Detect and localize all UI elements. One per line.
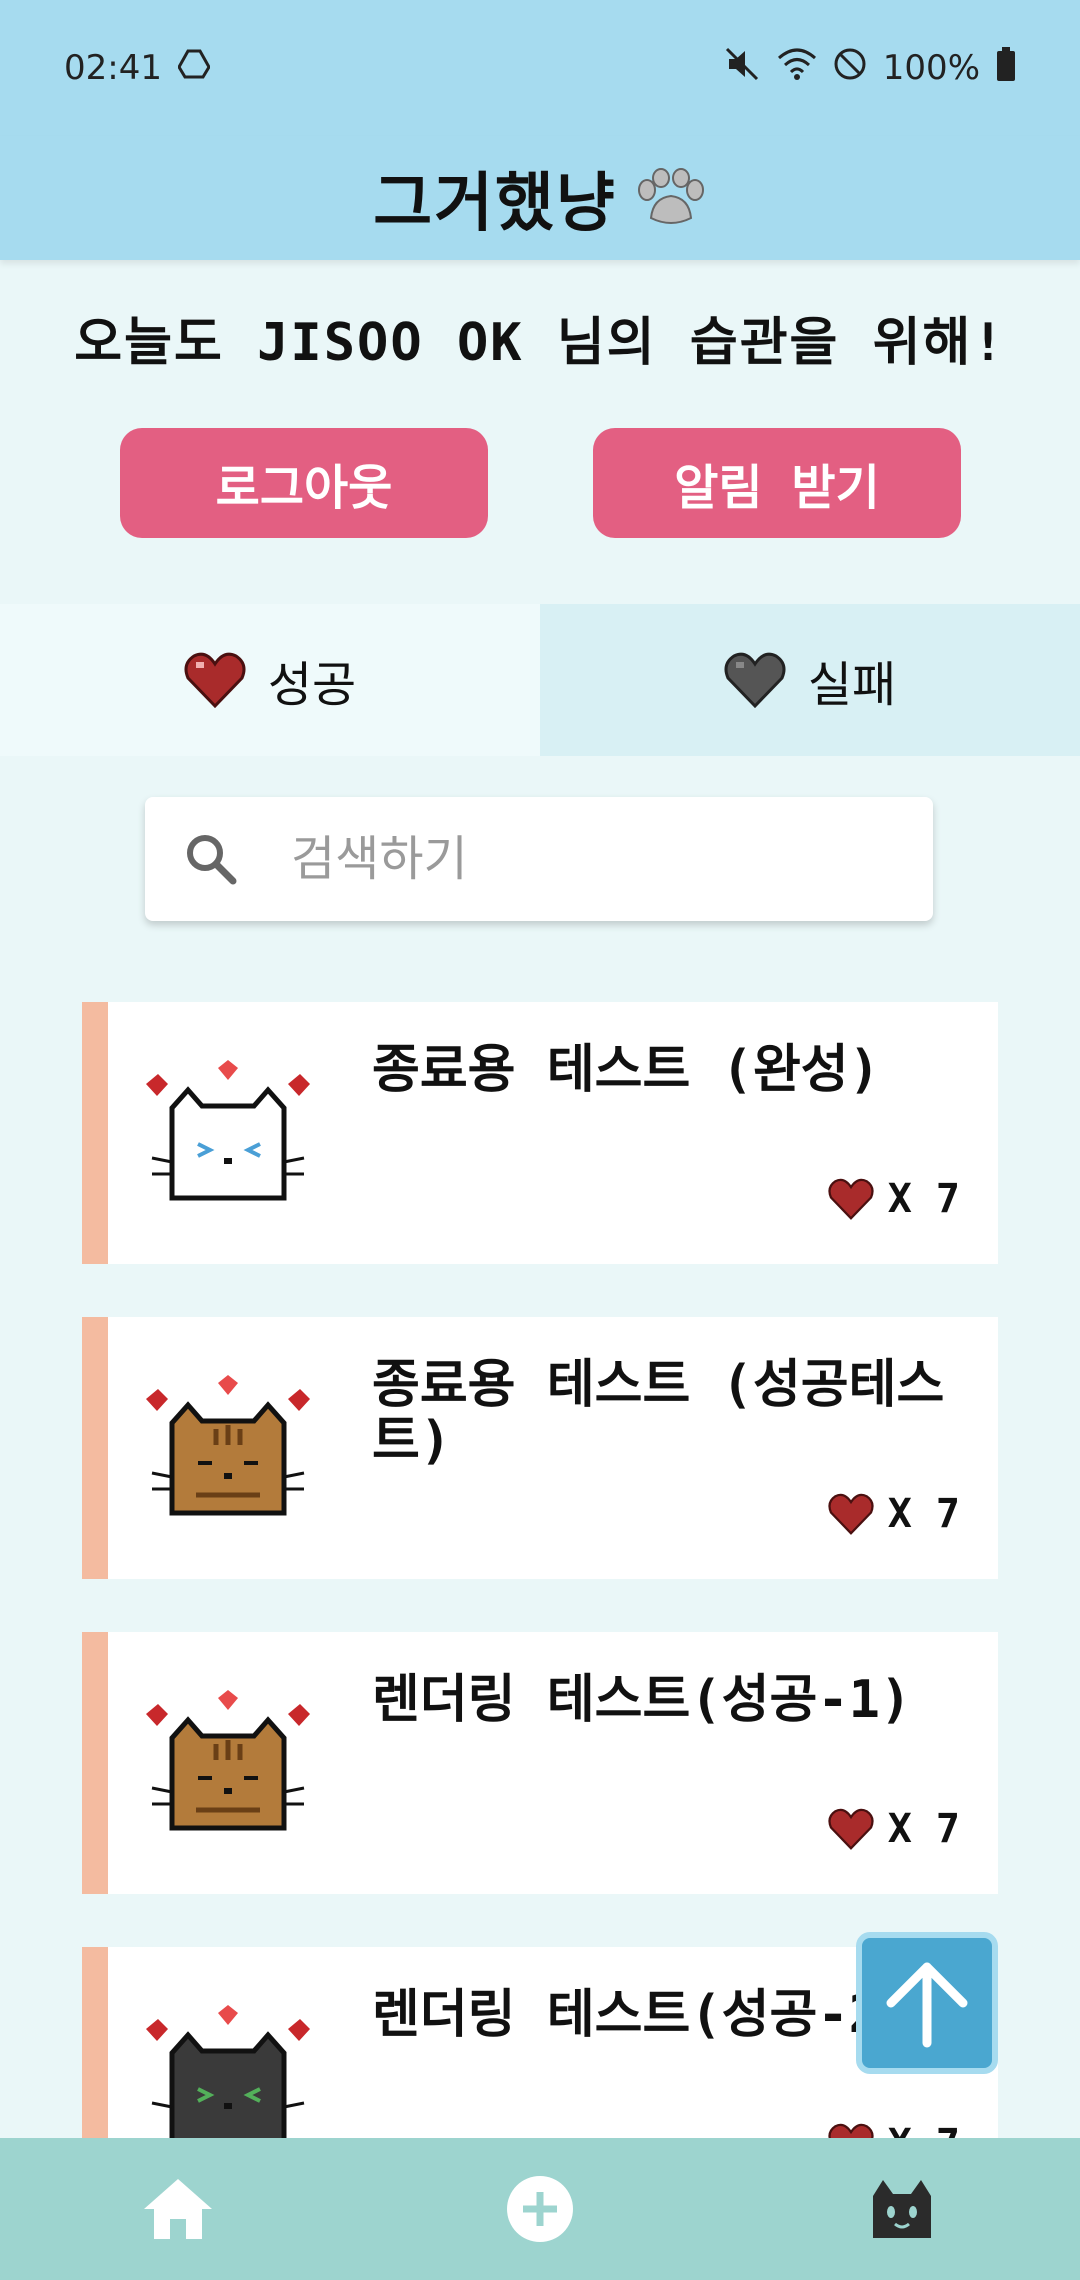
app-bar: 그거했냥	[0, 136, 1080, 260]
search-input[interactable]	[289, 830, 893, 888]
greeting-text: 오늘도 JISOO OK 님의 습관을 위해!	[74, 313, 1006, 373]
logout-button[interactable]: 로그아웃	[120, 428, 488, 538]
search-icon	[187, 835, 237, 885]
tabby-cat-icon	[146, 1690, 310, 1831]
tab-success[interactable]: 성공	[0, 604, 540, 756]
dnd-icon	[833, 47, 867, 90]
status-bar: 02:41 100%	[0, 0, 1080, 136]
white-cat-icon	[146, 1060, 310, 1201]
habit-title: 렌더링 테스트(성공-1)	[372, 1670, 912, 1730]
paw-icon	[637, 168, 704, 224]
bottom-nav	[0, 2138, 1080, 2280]
red-heart-icon	[828, 1493, 874, 1535]
black-cat-icon	[146, 2005, 310, 2146]
tab-failure[interactable]: 실패	[540, 604, 1080, 756]
nav-profile[interactable]	[860, 2167, 944, 2251]
app-title: 그거했냥	[373, 152, 707, 244]
arrow-up-icon	[886, 1962, 968, 2048]
red-heart-icon	[184, 652, 246, 708]
tab-success-label: 성공	[267, 657, 357, 713]
habit-card[interactable]: 렌더링 테스트(성공-1) X 7	[82, 1632, 998, 1894]
home-icon	[144, 2179, 212, 2239]
notify-button[interactable]: 알림 받기	[593, 428, 961, 538]
tab-bar: 성공 실패	[0, 604, 1080, 756]
habit-count: X 7	[828, 1806, 960, 1852]
habit-count: X 7	[828, 1491, 960, 1537]
battery-icon	[996, 46, 1016, 90]
gray-heart-icon	[724, 652, 786, 708]
habit-count-text: X 7	[887, 1176, 960, 1222]
nav-home[interactable]	[136, 2167, 220, 2251]
search-box[interactable]	[145, 797, 933, 921]
habit-card[interactable]: 종료용 테스트 (성공테스트) X 7	[82, 1317, 998, 1579]
habit-count-text: X 7	[887, 1806, 960, 1852]
habit-title: 종료용 테스트 (성공테스트)	[372, 1355, 945, 1471]
nav-add[interactable]	[498, 2167, 582, 2251]
wifi-icon	[777, 48, 817, 89]
tabby-cat-icon	[146, 1375, 310, 1516]
red-heart-icon	[828, 1808, 874, 1850]
mute-icon	[725, 47, 761, 90]
status-time: 02:41	[64, 48, 162, 88]
red-heart-icon	[828, 1178, 874, 1220]
app-title-text: 그거했냥	[373, 167, 617, 241]
habit-card[interactable]: 종료용 테스트 (완성) X 7	[82, 1002, 998, 1264]
habit-title: 종료용 테스트 (완성)	[372, 1040, 880, 1100]
habit-count: X 7	[828, 1176, 960, 1222]
add-circle-icon	[507, 2176, 573, 2242]
cat-face-icon	[873, 2180, 931, 2238]
tab-failure-label: 실패	[807, 657, 897, 713]
habit-count-text: X 7	[887, 1491, 960, 1537]
battery-text: 100%	[882, 48, 980, 88]
drive-icon	[177, 48, 211, 88]
scroll-top-button[interactable]	[856, 1932, 998, 2074]
